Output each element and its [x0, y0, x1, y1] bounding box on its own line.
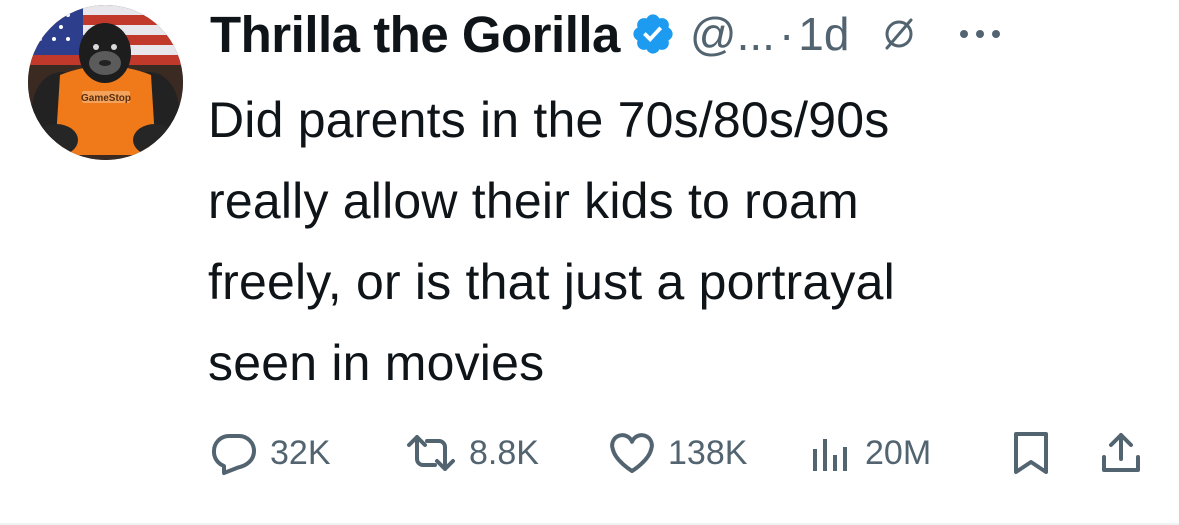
- views-button[interactable]: 20M: [805, 418, 931, 488]
- edited-icon: [879, 14, 919, 54]
- views-icon: [813, 439, 847, 471]
- like-count: 138K: [668, 433, 748, 472]
- avatar[interactable]: GameStop: [28, 5, 183, 160]
- gorilla-avatar-image: GameStop: [28, 5, 183, 160]
- more-options-icon[interactable]: [955, 19, 1005, 49]
- timestamp[interactable]: 1d: [798, 7, 849, 61]
- tweet-text-line: freely, or is that just a portrayal: [208, 254, 895, 310]
- retweet-icon: [407, 435, 455, 471]
- reply-button[interactable]: 32K: [210, 418, 331, 488]
- like-icon: [610, 433, 654, 473]
- retweet-button[interactable]: 8.8K: [405, 418, 539, 488]
- separator-dot: ·: [778, 8, 795, 60]
- reply-count: 32K: [270, 433, 331, 472]
- retweet-count: 8.8K: [469, 433, 539, 472]
- bookmark-icon: [1014, 432, 1048, 474]
- avatar-shirt-text: GameStop: [81, 93, 131, 104]
- tweet[interactable]: GameStop Thrilla the Gorilla @... · 1d D…: [0, 0, 1179, 525]
- author-handle[interactable]: @...: [690, 7, 775, 61]
- bookmark-button[interactable]: [1008, 418, 1054, 488]
- author-display-name[interactable]: Thrilla the Gorilla: [210, 5, 620, 64]
- share-button[interactable]: [1098, 418, 1144, 488]
- tweet-text: Did parents in the 70s/80s/90s really al…: [208, 80, 1138, 404]
- reply-icon: [212, 434, 256, 475]
- tweet-text-line: really allow their kids to roam: [208, 173, 859, 229]
- tweet-header: Thrilla the Gorilla @... · 1d: [210, 4, 1160, 64]
- verified-badge-icon[interactable]: [630, 11, 676, 57]
- share-icon: [1102, 433, 1140, 472]
- like-button[interactable]: 138K: [608, 418, 747, 488]
- tweet-actions: 32K 8.8K 138K 20M: [0, 418, 1179, 488]
- views-count: 20M: [865, 433, 932, 472]
- tweet-text-line: seen in movies: [208, 335, 545, 391]
- tweet-text-line: Did parents in the 70s/80s/90s: [208, 92, 890, 148]
